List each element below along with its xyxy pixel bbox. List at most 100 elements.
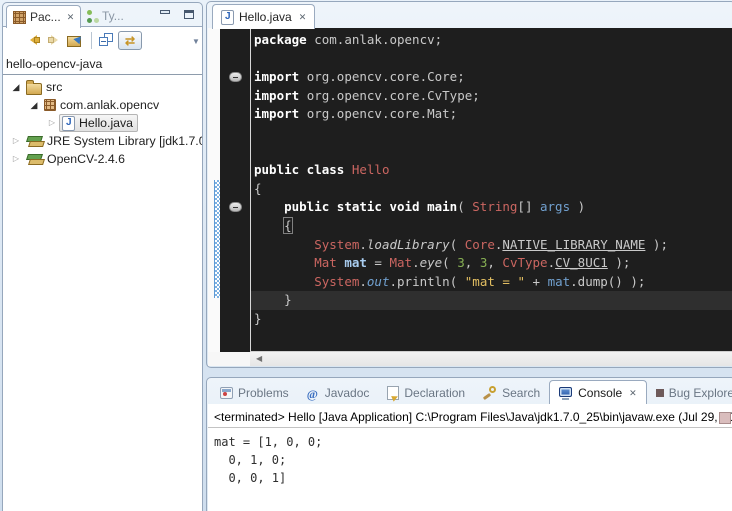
problems-icon — [220, 387, 233, 399]
up-icon[interactable] — [67, 33, 84, 47]
console-output-line: 0, 1, 0; — [214, 451, 732, 469]
project-tree: ◢src◢com.anlak.opencv▷Hello.java▷JRE Sys… — [3, 75, 202, 168]
package-explorer-toolbar — [3, 27, 202, 53]
code-line[interactable]: { — [254, 180, 732, 199]
tree-item[interactable]: ▷ OpenCV-2.4.6 — [3, 150, 202, 168]
code-line[interactable]: System.loadLibrary( Core.NATIVE_LIBRARY_… — [254, 236, 732, 255]
tab-type-hierarchy[interactable]: Ty... — [79, 5, 130, 27]
console-toolbar-icon[interactable] — [719, 412, 731, 424]
code-line[interactable]: } — [254, 310, 732, 329]
tree-item-label: src — [46, 80, 62, 94]
square-icon — [656, 389, 664, 397]
code-line[interactable]: import org.opencv.core.Mat; — [254, 105, 732, 124]
close-icon[interactable] — [67, 12, 75, 23]
package-folder-icon — [26, 83, 42, 95]
link-with-editor-icon[interactable] — [118, 31, 142, 50]
tree-item-content: Hello.java — [59, 114, 138, 132]
package-explorer-panel: Pac... Ty... hello-opencv-java ◢src◢com.… — [2, 2, 203, 511]
code-line[interactable]: { — [254, 217, 732, 236]
tab-package-explorer[interactable]: Pac... — [6, 5, 81, 28]
left-panel-tab-row: Pac... Ty... — [3, 3, 202, 27]
search-icon — [483, 386, 497, 400]
code-line[interactable]: package com.anlak.opencv; — [254, 31, 732, 50]
fold-gutter[interactable] — [220, 28, 251, 352]
tree-item[interactable]: ◢com.anlak.opencv — [3, 96, 202, 114]
scroll-left-arrow-icon[interactable]: ◀ — [256, 354, 262, 363]
tree-item-content: OpenCV-2.4.6 — [23, 150, 130, 168]
fold-minus-icon[interactable] — [229, 202, 242, 212]
tree-item[interactable]: ◢ src — [3, 78, 202, 96]
panel-window-buttons — [160, 10, 194, 19]
library-icon — [26, 135, 43, 148]
toolbar-separator — [91, 32, 92, 49]
console-icon — [559, 387, 573, 400]
expanded-arrow-icon[interactable]: ◢ — [9, 78, 23, 96]
type-hierarchy-icon — [85, 10, 98, 23]
tab-javadoc[interactable]: Javadoc — [298, 381, 379, 405]
collapsed-arrow-icon[interactable]: ▷ — [45, 114, 59, 132]
editor-tab-hello-java[interactable]: Hello.java — [212, 4, 315, 29]
horizontal-scrollbar[interactable]: ◀ — [250, 351, 732, 366]
tree-item[interactable]: ▷ Hello.java — [3, 114, 202, 132]
collapsed-arrow-icon[interactable]: ▷ — [9, 150, 23, 168]
view-menu-icon[interactable] — [192, 31, 200, 49]
editor-body: package com.anlak.opencv; import org.ope… — [208, 28, 732, 352]
code-line[interactable]: import org.opencv.core.CvType; — [254, 87, 732, 106]
collapsed-arrow-icon[interactable]: ▷ — [9, 132, 23, 150]
bottom-tab-row: Problems Javadoc Declaration Search ConsoleB… — [207, 378, 732, 405]
fold-minus-icon[interactable] — [229, 72, 242, 82]
code-line[interactable] — [254, 124, 732, 143]
tab-console[interactable]: Console — [549, 380, 647, 405]
tab-label: Declaration — [404, 386, 465, 400]
tab-label: Ty... — [102, 9, 124, 23]
project-name-label[interactable]: hello-opencv-java — [3, 53, 202, 75]
code-line[interactable]: System.out.println( "mat = " + mat.dump(… — [254, 273, 732, 292]
package-icon — [44, 99, 56, 111]
package-explorer-body: hello-opencv-java ◢src◢com.anlak.opencv▷… — [3, 26, 202, 511]
library-icon — [26, 153, 43, 166]
forward-icon[interactable] — [46, 33, 63, 47]
tree-item-content: com.anlak.opencv — [41, 96, 164, 114]
code-line[interactable]: } — [251, 291, 732, 310]
console-process-label: <terminated> Hello [Java Application] C:… — [208, 404, 732, 428]
tab-bug-explorer[interactable]: Bug Explorer — [647, 381, 732, 405]
console-output-line: 0, 0, 1] — [214, 469, 732, 487]
maximize-icon[interactable] — [184, 10, 194, 19]
editor-tab-label: Hello.java — [239, 10, 292, 24]
java-file-icon — [62, 116, 75, 131]
expanded-arrow-icon[interactable]: ◢ — [27, 96, 41, 114]
code-line[interactable] — [254, 50, 732, 69]
annotation-ruler[interactable] — [208, 28, 220, 352]
tree-item-label: JRE System Library [jdk1.7.0 — [47, 134, 202, 148]
collapse-all-icon[interactable] — [99, 33, 114, 47]
tree-item-label: Hello.java — [79, 116, 133, 130]
code-line[interactable] — [254, 143, 732, 162]
close-icon[interactable] — [629, 388, 637, 399]
console-panel: Problems Javadoc Declaration Search ConsoleB… — [206, 377, 732, 511]
code-area[interactable]: package com.anlak.opencv; import org.ope… — [251, 28, 732, 352]
javadoc-icon — [307, 387, 320, 400]
tree-item[interactable]: ▷ JRE System Library [jdk1.7.0 — [3, 132, 202, 150]
tree-item-label: OpenCV-2.4.6 — [47, 152, 125, 166]
console-output[interactable]: mat = [1, 0, 0; 0, 1, 0; 0, 0, 1] — [208, 428, 732, 487]
tab-label: Pac... — [30, 10, 61, 24]
back-icon[interactable] — [25, 33, 42, 47]
code-line[interactable]: import org.opencv.core.Core; — [254, 68, 732, 87]
tab-label: Search — [502, 386, 540, 400]
code-line[interactable]: public static void main( String[] args ) — [254, 198, 732, 217]
scrollbar-corner — [208, 352, 250, 366]
tab-search[interactable]: Search — [474, 381, 549, 405]
code-line[interactable]: Mat mat = Mat.eye( 3, 3, CvType.CV_8UC1 … — [254, 254, 732, 273]
tab-label: Problems — [238, 386, 289, 400]
tab-label: Javadoc — [325, 386, 370, 400]
java-file-icon — [221, 10, 234, 25]
tree-item-content: src — [23, 78, 67, 96]
tree-item-content: JRE System Library [jdk1.7.0 — [23, 132, 202, 150]
declaration-icon — [387, 386, 399, 400]
tab-declaration[interactable]: Declaration — [378, 381, 474, 405]
minimize-icon[interactable] — [160, 10, 170, 19]
tab-problems[interactable]: Problems — [211, 381, 298, 405]
close-icon[interactable] — [299, 12, 307, 23]
editor-tab-row: Hello.java — [207, 2, 732, 28]
code-line[interactable]: public class Hello — [254, 161, 732, 180]
